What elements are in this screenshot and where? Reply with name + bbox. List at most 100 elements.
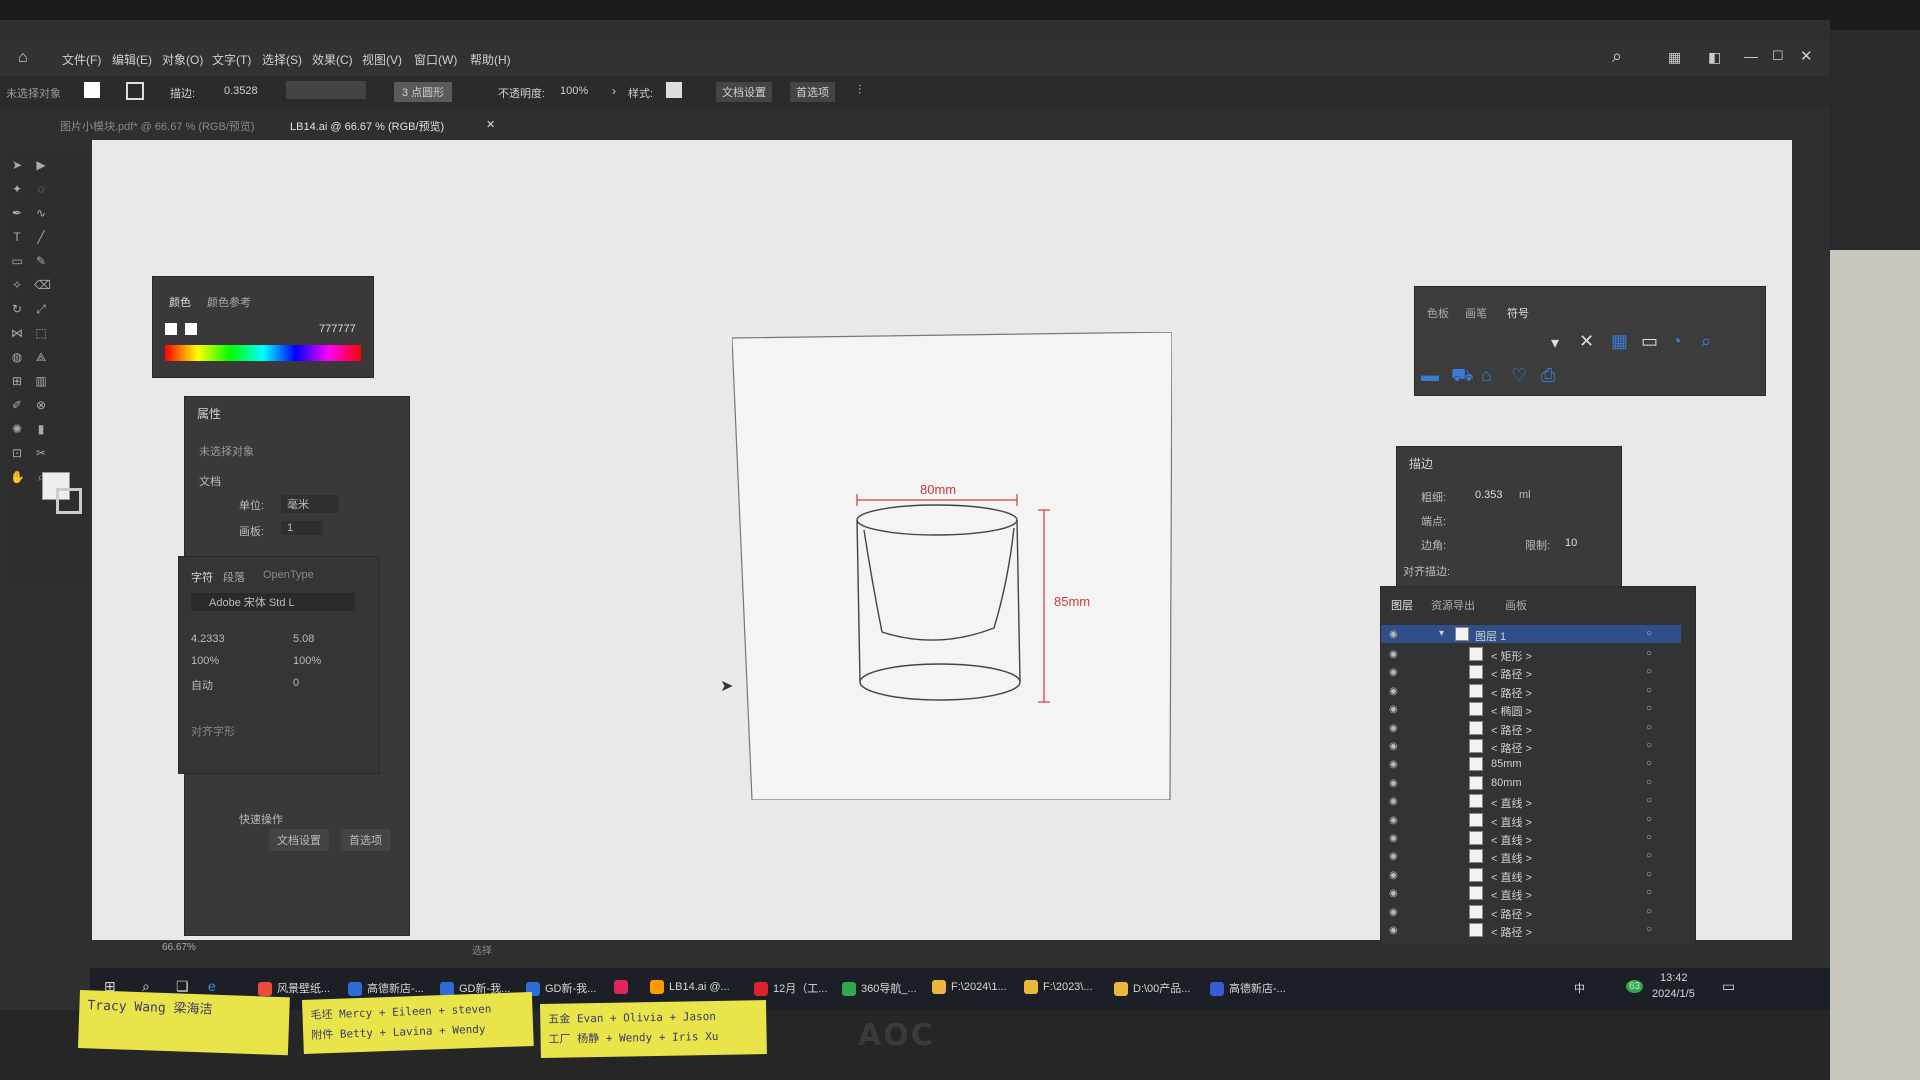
free-transform-icon[interactable]: ⬚ [34, 326, 48, 340]
hscale-value[interactable]: 100% [191, 655, 219, 667]
align-icon[interactable]: ⫶ [858, 82, 861, 98]
target-icon[interactable]: ○ [1646, 628, 1652, 639]
stroke-swatch[interactable] [185, 323, 197, 335]
eye-icon[interactable]: ◉ [1389, 667, 1398, 678]
height-dimension-label[interactable]: 85mm [1054, 594, 1090, 609]
symbol-sprayer-icon[interactable]: ✺ [10, 422, 24, 436]
tab-lb14[interactable]: LB14.ai @ 66.67 % (RGB/预览) [290, 118, 444, 134]
eye-icon[interactable]: ◉ [1389, 778, 1398, 789]
layer-item-row[interactable]: ◉ < 直线 > ○ [1381, 829, 1681, 847]
eraser-tool-icon[interactable]: ⌫ [34, 278, 51, 292]
layer-item-label[interactable]: < 路径 > [1491, 740, 1532, 756]
type-tool-icon[interactable]: T [10, 230, 24, 244]
layer-item-row[interactable]: ◉ < 路径 > ○ [1381, 682, 1681, 700]
taskbar-app[interactable]: GD新-我... [526, 980, 596, 997]
color-spectrum[interactable] [165, 345, 361, 361]
selection-tool-icon[interactable]: ➤ [10, 158, 24, 172]
layer-item-row[interactable]: ◉ < 路径 > ○ [1381, 903, 1681, 921]
fill-swatch[interactable] [84, 82, 100, 98]
scale-tool-icon[interactable]: ⤢ [34, 302, 48, 316]
taskbar-app[interactable]: 高德新店-... [1210, 980, 1286, 997]
minus-icon[interactable]: ▬ [1421, 365, 1439, 386]
target-icon[interactable]: ○ [1646, 887, 1652, 898]
eye-icon[interactable]: ◉ [1389, 870, 1398, 881]
layer-item-row[interactable]: ◉ 85mm ○ [1381, 755, 1681, 773]
stroke-value[interactable]: 0.3528 [224, 85, 258, 97]
font-family-select[interactable]: Adobe 宋体 Std L [191, 593, 355, 611]
favorite-icon[interactable]: ♡ [1511, 365, 1527, 386]
layer-item-label[interactable]: < 路径 > [1491, 906, 1532, 922]
brush-definition[interactable]: 3 点圆形 [394, 82, 453, 102]
close-icon[interactable]: ✕ [1579, 331, 1594, 352]
menu-object[interactable]: 对象(O) [162, 51, 203, 68]
tab-layers[interactable]: 图层 [1391, 597, 1413, 613]
doc-settings-button[interactable]: 文档设置 [269, 829, 329, 851]
eye-icon[interactable]: ◉ [1389, 704, 1398, 715]
chevron-down-icon[interactable]: ▾ [1439, 628, 1444, 639]
menu-edit[interactable]: 编辑(E) [112, 51, 152, 68]
home-icon[interactable]: ⌂ [1481, 365, 1492, 386]
target-icon[interactable]: ○ [1646, 685, 1652, 696]
layer-item-label[interactable]: < 椭圆 > [1491, 703, 1532, 719]
search-icon[interactable]: ⌕ [1701, 331, 1711, 352]
layer-item-label[interactable]: < 直线 > [1491, 795, 1532, 811]
layer-item-row[interactable]: ◉ < 椭圆 > ○ [1381, 700, 1681, 718]
menu-select[interactable]: 选择(S) [262, 51, 302, 68]
tab-color-guide[interactable]: 颜色参考 [207, 294, 251, 310]
tab-pdf[interactable]: 图片小模块.pdf* @ 66.67 % (RGB/预览) [60, 118, 255, 134]
taskbar-app[interactable]: LB14.ai @... [650, 980, 730, 994]
maximize-icon[interactable]: ☐ [1772, 48, 1784, 64]
close-icon[interactable]: ✕ [1800, 47, 1813, 65]
cart-icon[interactable]: ⛟ [1451, 365, 1474, 389]
leading-value[interactable]: 5.08 [293, 633, 314, 645]
ime-indicator[interactable]: 中 [1574, 980, 1585, 996]
clock-date[interactable]: 2024/1/5 [1652, 988, 1695, 1000]
eye-icon[interactable]: ◉ [1389, 851, 1398, 862]
preferences-button[interactable]: 首选项 [341, 829, 390, 851]
layer-item-row[interactable]: ◉ < 直线 > ○ [1381, 792, 1681, 810]
target-icon[interactable]: ○ [1646, 869, 1652, 880]
tab-artboards[interactable]: 画板 [1505, 597, 1527, 613]
tab-close-icon[interactable]: ✕ [486, 118, 495, 131]
target-icon[interactable]: ○ [1646, 814, 1652, 825]
arrange-icon[interactable]: ◧ [1708, 49, 1721, 66]
window-icon[interactable]: ▭ [1641, 331, 1658, 352]
clock-time[interactable]: 13:42 [1660, 972, 1688, 984]
width-dimension-label[interactable]: 80mm [920, 482, 956, 497]
rotate-tool-icon[interactable]: ↻ [10, 302, 24, 316]
tab-paragraph[interactable]: 段落 [223, 569, 245, 585]
layer-item-label[interactable]: < 直线 > [1491, 869, 1532, 885]
target-icon[interactable]: ○ [1646, 832, 1652, 843]
target-icon[interactable]: ○ [1646, 924, 1652, 935]
target-icon[interactable]: ○ [1646, 758, 1652, 769]
pen-tool-icon[interactable]: ✒ [10, 206, 24, 220]
eye-icon[interactable]: ◉ [1389, 888, 1398, 899]
tab-swatches[interactable]: 色板 [1427, 305, 1449, 321]
eye-icon[interactable]: ◉ [1389, 649, 1398, 660]
weight-value[interactable]: 0.353 [1475, 489, 1503, 501]
browser-icon[interactable]: e [208, 978, 216, 994]
layer-item-row[interactable]: ◉ < 直线 > ○ [1381, 811, 1681, 829]
shape-builder-icon[interactable]: ◍ [10, 350, 24, 364]
opacity-value[interactable]: 100% [560, 85, 588, 97]
eye-icon[interactable]: ◉ [1389, 741, 1398, 752]
artboard-select[interactable]: 1 [281, 521, 324, 535]
slice-tool-icon[interactable]: ✂ [34, 446, 48, 460]
curvature-tool-icon[interactable]: ∿ [34, 206, 48, 220]
fill-swatch[interactable] [165, 323, 177, 335]
zoom-level[interactable]: 66.67% [162, 942, 196, 953]
style-swatch[interactable] [666, 82, 682, 98]
font-size-value[interactable]: 4.2333 [191, 633, 225, 645]
line-tool-icon[interactable]: ╱ [34, 230, 48, 244]
tab-opentype[interactable]: OpenType [263, 569, 314, 581]
layer-item-row[interactable]: ◉ < 直线 > ○ [1381, 847, 1681, 865]
taskbar-app[interactable]: 360导航_... [842, 980, 917, 997]
target-icon[interactable]: ○ [1646, 666, 1652, 677]
target-icon[interactable]: ○ [1646, 906, 1652, 917]
layer-item-row[interactable]: ◉ < 矩形 > ○ [1381, 645, 1681, 663]
layer-item-row[interactable]: ◉ 80mm ○ [1381, 774, 1681, 792]
eye-icon[interactable]: ◉ [1389, 686, 1398, 697]
menu-file[interactable]: 文件(F) [62, 51, 101, 68]
stroke-color-box[interactable] [56, 488, 82, 514]
layer-name[interactable]: 图层 1 [1475, 628, 1506, 644]
